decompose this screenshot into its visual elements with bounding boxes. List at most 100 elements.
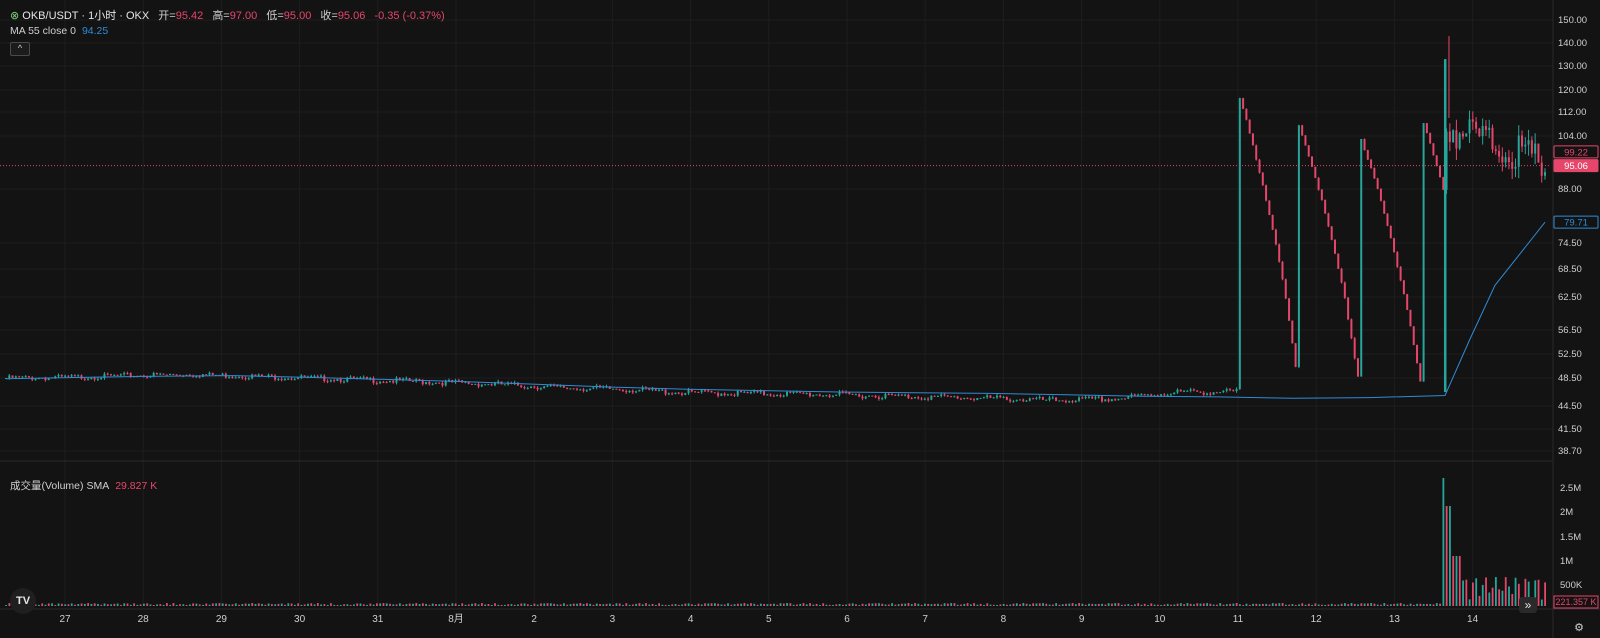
volume-label: 成交量(Volume) <box>10 480 84 492</box>
candle-body <box>270 374 273 376</box>
volume-bar <box>185 604 188 606</box>
candle-body <box>953 396 956 398</box>
high-value: 97.00 <box>229 10 258 22</box>
candle-body <box>628 390 631 393</box>
candle-body <box>106 373 109 375</box>
candle-body <box>1202 392 1205 395</box>
volume-bar <box>943 603 946 606</box>
volume-bar <box>592 604 595 606</box>
volume-bar <box>1002 603 1005 606</box>
volume-bar <box>1006 604 1008 606</box>
volume-bar <box>165 603 168 606</box>
volume-bar <box>894 604 897 606</box>
volume-bar <box>622 604 624 606</box>
volume-bar <box>969 604 972 606</box>
volume-bar <box>1435 603 1438 606</box>
time-tick-label: 6 <box>844 614 850 625</box>
volume-bar <box>261 603 263 606</box>
candle-body <box>405 378 408 380</box>
candle-body <box>707 390 710 392</box>
candle-body <box>175 374 178 376</box>
volume-bar <box>1042 603 1044 606</box>
volume-bar <box>1193 604 1195 606</box>
volume-bar <box>195 603 198 606</box>
volume-bar <box>802 603 805 606</box>
volume-bar <box>421 603 424 606</box>
volume-bar <box>1321 604 1323 606</box>
candle-body <box>1196 390 1199 392</box>
candle-body <box>77 375 80 377</box>
candle-body <box>795 391 798 393</box>
volume-bar <box>674 604 677 606</box>
ma-label: MA 55 close 0 <box>10 25 76 37</box>
candle-body <box>648 388 651 390</box>
volume-bar <box>159 604 162 606</box>
candle-body <box>316 375 319 377</box>
price-chart[interactable]: 150.00 140.00 130.00 120.00 112.00 104.00 88.0… <box>0 0 1600 638</box>
candle-body <box>887 393 890 395</box>
candle-body <box>83 378 86 380</box>
candle-body <box>1412 326 1415 345</box>
volume-bar <box>1104 604 1107 606</box>
volume-bar <box>536 604 539 606</box>
volume-bar <box>664 604 667 606</box>
candle-body <box>165 374 168 376</box>
candle-body <box>1097 396 1100 398</box>
candle-body <box>1206 393 1209 395</box>
volume-bar <box>1445 506 1448 606</box>
volume-bar <box>1314 603 1317 606</box>
volume-sma-value: 29.827 K <box>115 480 158 492</box>
volume-bar <box>267 603 270 606</box>
volume-legend[interactable]: 成交量(Volume) SMA 29.827 K <box>10 478 157 493</box>
candle-body <box>700 390 703 393</box>
candle-body <box>913 397 916 399</box>
volume-bar <box>927 603 930 606</box>
volume-bar <box>1051 604 1054 606</box>
gear-icon[interactable]: ⚙ <box>1573 622 1585 634</box>
ma-legend[interactable]: MA 55 close 0 94.25 <box>10 25 108 37</box>
candle-body <box>907 394 910 399</box>
volume-last-tag: 221.357 K <box>1555 597 1596 607</box>
candle-body <box>1284 279 1287 299</box>
volume-bar <box>1120 604 1123 606</box>
candle-body <box>90 378 93 380</box>
volume-bar <box>681 604 683 606</box>
candle-body <box>615 388 618 390</box>
volume-bar <box>162 604 165 606</box>
volume-bar <box>1455 556 1458 606</box>
volume-bar <box>920 604 923 606</box>
volume-bar <box>1291 604 1294 606</box>
volume-bar <box>878 603 880 606</box>
candle-body <box>126 373 129 375</box>
volume-bar <box>946 603 949 606</box>
price-tick-label: 120.00 <box>1558 85 1587 96</box>
volume-bar <box>651 603 654 606</box>
candle-body <box>198 376 201 378</box>
candle-body <box>1192 389 1195 391</box>
tradingview-logo[interactable]: TV <box>10 588 36 614</box>
volume-bar <box>1334 604 1336 606</box>
volume-bar <box>569 604 572 606</box>
volume-bar <box>353 604 355 606</box>
symbol-title[interactable]: OKB/USDT · 1小时 · OKX <box>22 10 149 22</box>
candle-body <box>123 373 126 375</box>
candle-body <box>740 390 743 392</box>
candle-body <box>1435 155 1438 166</box>
candle-body <box>362 376 365 378</box>
price-tick-label: 74.50 <box>1558 238 1582 249</box>
volume-bar <box>523 603 526 606</box>
volume-bar <box>937 603 939 606</box>
volume-bar <box>1019 604 1021 606</box>
scroll-to-realtime-button[interactable]: » <box>1519 597 1537 613</box>
candle-body <box>1110 399 1113 402</box>
volume-bar <box>976 604 979 606</box>
volume-bar <box>1239 604 1241 606</box>
candle-body <box>861 396 864 399</box>
candle-body <box>1120 398 1123 400</box>
volume-bar <box>458 604 460 606</box>
volume-bar <box>1504 577 1507 606</box>
volume-bar <box>1468 599 1471 606</box>
collapse-legend-button[interactable]: ^ <box>10 42 30 56</box>
volume-bar <box>228 604 231 606</box>
volume-bar <box>635 603 638 606</box>
